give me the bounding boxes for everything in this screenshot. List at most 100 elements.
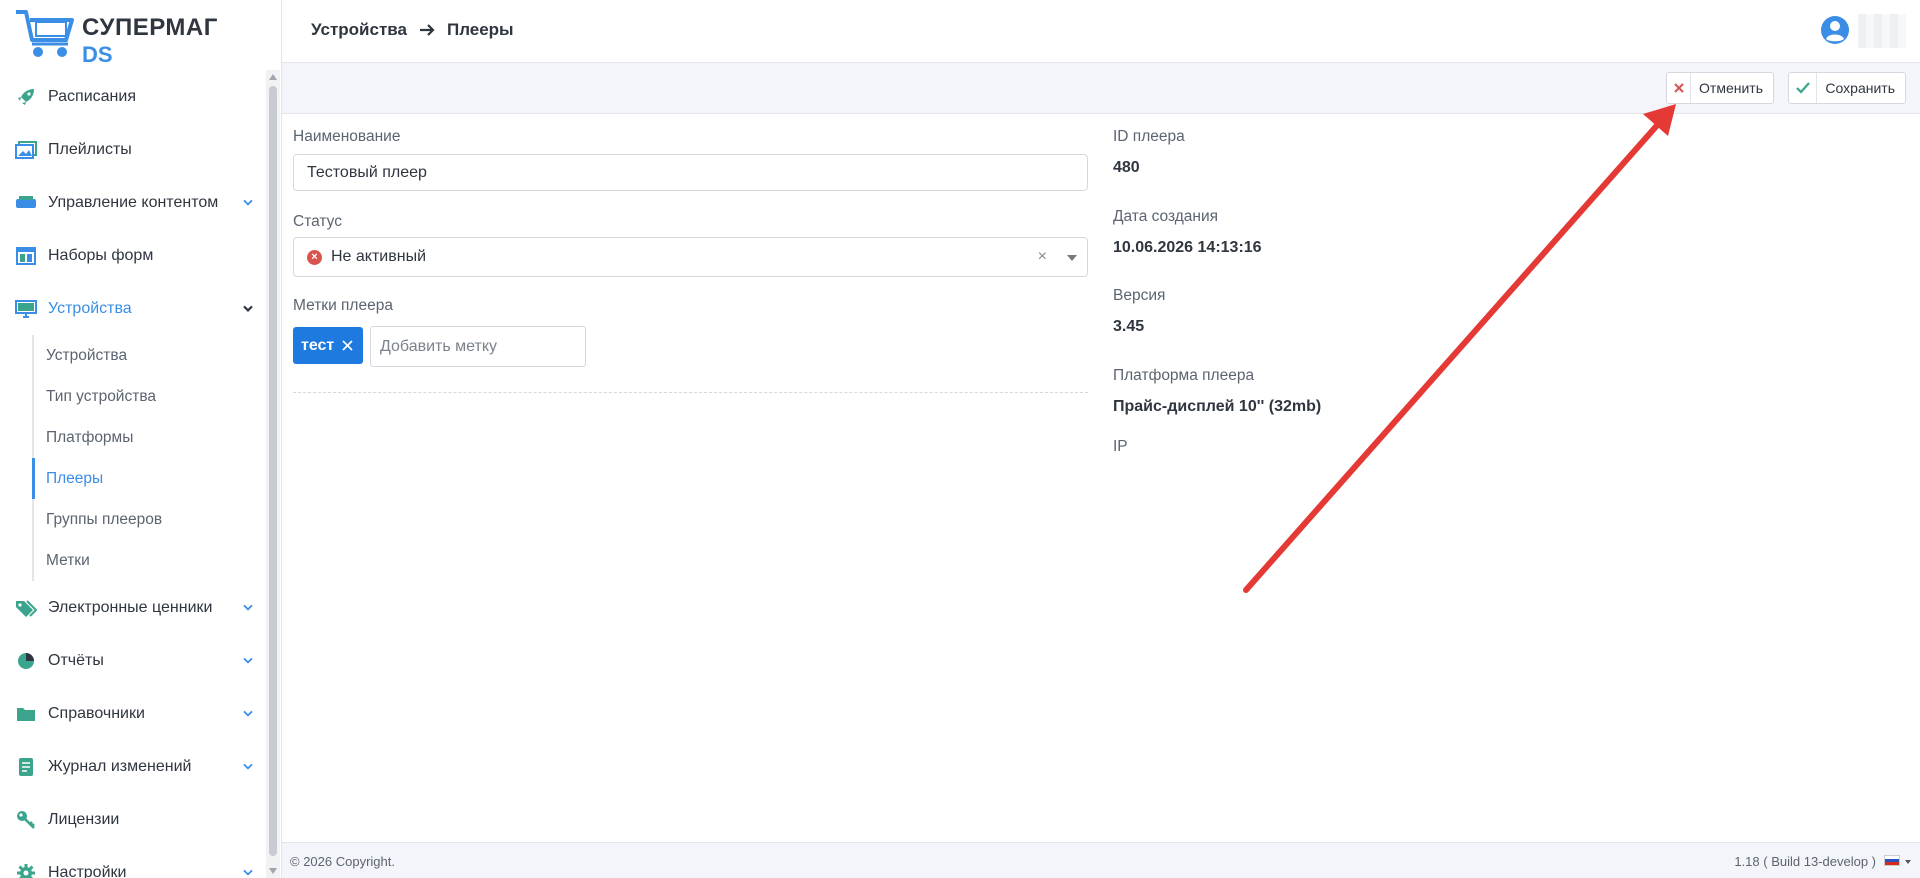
player-id-label: ID плеера <box>1113 128 1185 145</box>
save-button-label: Сохранить <box>1825 80 1895 96</box>
sidebar-nav: Расписания Плейлисты Управление контенто… <box>0 70 266 878</box>
footer: © 2026 Copyright. 1.18 ( Build 13-develo… <box>282 842 1920 878</box>
pie-chart-icon <box>14 650 38 672</box>
version-label: Версия <box>1113 287 1166 304</box>
arrow-right-icon <box>419 24 435 36</box>
status-label: Статус <box>293 213 342 230</box>
sidebar-item-changelog[interactable]: Журнал изменений <box>0 740 266 793</box>
ip-label: IP <box>1113 438 1128 455</box>
russian-flag-icon[interactable] <box>1884 855 1900 866</box>
chevron-down-icon <box>243 199 253 206</box>
devices-submenu: Устройства Тип устройства Платформы Плее… <box>32 335 266 581</box>
rocket-icon <box>14 86 38 108</box>
sidebar-item-references[interactable]: Справочники <box>0 687 266 740</box>
journal-icon <box>14 756 38 778</box>
sidebar-scrollbar[interactable] <box>266 70 280 878</box>
chevron-down-icon <box>243 305 253 312</box>
close-icon <box>1667 73 1692 103</box>
sidebar-item-label: Журнал изменений <box>48 757 192 775</box>
check-icon <box>1789 73 1818 103</box>
columns-icon <box>14 245 38 267</box>
sidebar-item-settings[interactable]: Настройки <box>0 846 266 878</box>
scroll-up-arrow-icon[interactable] <box>269 74 277 80</box>
layers-icon <box>14 192 38 214</box>
player-id-value: 480 <box>1113 159 1140 176</box>
created-date-label: Дата создания <box>1113 208 1219 225</box>
sidebar-item-label: Электронные ценники <box>48 598 213 616</box>
logo[interactable]: СУПЕРМАГ DS <box>14 8 217 67</box>
add-tag-placeholder: Добавить метку <box>380 337 498 355</box>
name-label: Наименование <box>293 128 401 145</box>
tag-chip: тест <box>293 327 364 364</box>
sidebar-item-label: Настройки <box>48 863 127 878</box>
submenu-item-players[interactable]: Плееры <box>32 458 266 499</box>
sidebar-item-licenses[interactable]: Лицензии <box>0 793 266 846</box>
sidebar-item-devices[interactable]: Устройства <box>0 282 266 335</box>
toolbar: Отменить Сохранить <box>282 63 1920 114</box>
sidebar-item-label: Отчёты <box>48 651 104 669</box>
cancel-button-label: Отменить <box>1699 80 1763 96</box>
sidebar-item-reports[interactable]: Отчёты <box>0 634 266 687</box>
sidebar-item-label: Наборы форм <box>48 246 154 264</box>
breadcrumb-parent[interactable]: Устройства <box>311 20 407 40</box>
build-version: 1.18 ( Build 13-develop ) <box>1734 854 1876 869</box>
submenu-item-platforms[interactable]: Платформы <box>34 417 266 458</box>
submenu-item-devices[interactable]: Устройства <box>34 335 266 376</box>
sidebar-item-label: Устройства <box>48 299 132 317</box>
sidebar-item-label: Плейлисты <box>48 140 132 158</box>
sidebar-item-label: Расписания <box>48 87 136 105</box>
sidebar-item-label: Управление контентом <box>48 193 219 211</box>
sidebar-item-form-sets[interactable]: Наборы форм <box>0 229 266 282</box>
user-name-blurred[interactable] <box>1858 14 1906 48</box>
save-button[interactable]: Сохранить <box>1788 72 1906 104</box>
gear-icon <box>14 862 38 878</box>
sidebar-item-label: Лицензии <box>48 810 120 828</box>
status-select[interactable]: × Не активный × <box>293 237 1088 277</box>
sidebar-item-content[interactable]: Управление контентом <box>0 176 266 229</box>
submenu-item-device-types[interactable]: Тип устройства <box>34 376 266 417</box>
remove-tag-icon[interactable] <box>342 340 353 351</box>
chevron-down-icon <box>243 710 253 717</box>
name-input[interactable]: Тестовый плеер <box>293 154 1088 191</box>
copyright-text: © 2026 Copyright. <box>290 854 395 869</box>
player-form: Наименование Тестовый плеер Статус × Не … <box>282 114 1920 842</box>
breadcrumb: Устройства Плееры <box>311 20 514 40</box>
submenu-item-tags[interactable]: Метки <box>34 540 266 581</box>
chevron-down-icon <box>243 763 253 770</box>
status-select-value: Не активный <box>331 248 427 265</box>
tag-chip-label: тест <box>301 336 335 354</box>
scroll-down-arrow-icon[interactable] <box>269 868 277 874</box>
cart-logo-icon <box>16 10 74 57</box>
name-input-value: Тестовый плеер <box>307 163 427 181</box>
avatar[interactable] <box>1820 15 1850 45</box>
sidebar-item-price-tags[interactable]: Электронные ценники <box>0 581 266 634</box>
chevron-down-icon <box>243 869 253 876</box>
chevron-down-icon <box>243 657 253 664</box>
chevron-down-icon <box>243 604 253 611</box>
cancel-button[interactable]: Отменить <box>1666 72 1774 104</box>
images-icon <box>14 139 38 161</box>
version-value: 3.45 <box>1113 318 1145 335</box>
form-divider <box>293 392 1088 393</box>
submenu-item-player-groups[interactable]: Группы плееров <box>34 499 266 540</box>
status-inactive-icon: × <box>307 249 322 265</box>
created-date-value: 10.06.2026 14:13:16 <box>1113 239 1262 256</box>
sidebar-item-schedules[interactable]: Расписания <box>0 70 266 123</box>
tags-icon <box>14 597 38 619</box>
user-avatar-icon <box>1821 16 1849 44</box>
clear-select-icon[interactable]: × <box>1038 248 1047 266</box>
folder-icon <box>14 703 38 725</box>
scrollbar-thumb[interactable] <box>269 86 277 856</box>
sidebar-item-playlists[interactable]: Плейлисты <box>0 123 266 176</box>
platform-value: Прайс-дисплей 10'' (32mb) <box>1113 398 1322 415</box>
dropdown-caret-icon[interactable] <box>1067 255 1077 261</box>
tags-label: Метки плеера <box>293 297 393 314</box>
logo-title: СУПЕРМАГ <box>82 14 218 41</box>
key-icon <box>14 809 38 831</box>
add-tag-input[interactable]: Добавить метку <box>370 326 586 367</box>
sidebar-item-label: Справочники <box>48 704 145 722</box>
logo-subtitle: DS <box>82 42 113 67</box>
sidebar: СУПЕРМАГ DS Расписания Плейлисты Управле… <box>0 0 282 878</box>
language-caret-icon[interactable] <box>1905 860 1911 864</box>
monitor-icon <box>14 298 38 320</box>
